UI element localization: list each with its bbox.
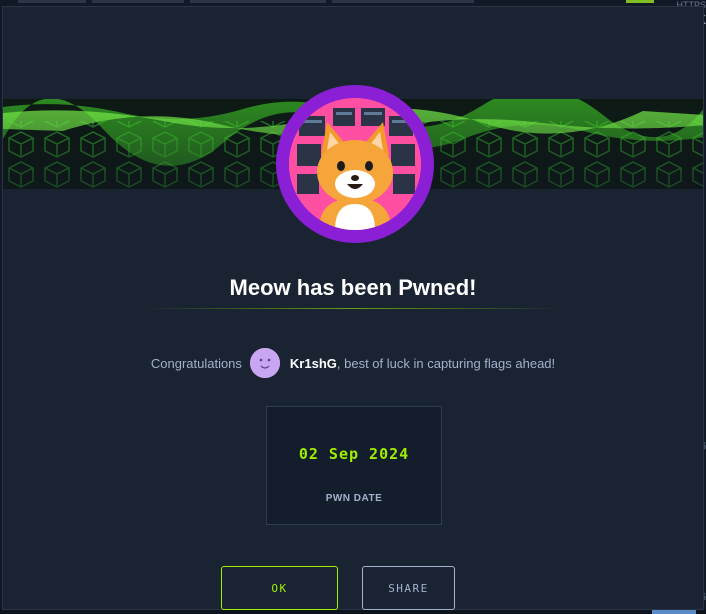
congrats-suffix: , best of luck in capturing flags ahead! <box>336 355 556 371</box>
machine-avatar <box>276 85 434 243</box>
congrats-message: Congratulations Kr1shG , best of luck in… <box>3 347 703 379</box>
meow-cat-avatar-icon <box>289 98 421 230</box>
pwn-date-card: 02 Sep 2024 PWN DATE <box>266 406 442 525</box>
username-link[interactable]: Kr1shG <box>290 356 337 371</box>
title-divider <box>143 308 563 309</box>
ok-button[interactable]: OK <box>221 566 338 610</box>
modal-title: Meow has been Pwned! <box>229 275 477 300</box>
background-accent <box>626 0 654 3</box>
congrats-prefix: Congratulations <box>150 355 242 371</box>
pwned-modal: Meow has been Pwned! Congratulations Kr1… <box>2 6 704 610</box>
background-tab <box>190 0 326 3</box>
background-tab <box>332 0 474 3</box>
share-button[interactable]: SHARE <box>362 566 455 610</box>
background-tab <box>18 0 86 3</box>
user-avatar-icon <box>249 348 280 378</box>
background-tab <box>92 0 184 3</box>
pwn-date-value: 02 Sep 2024 <box>298 445 410 463</box>
pwn-date-label: PWN DATE <box>325 493 383 504</box>
